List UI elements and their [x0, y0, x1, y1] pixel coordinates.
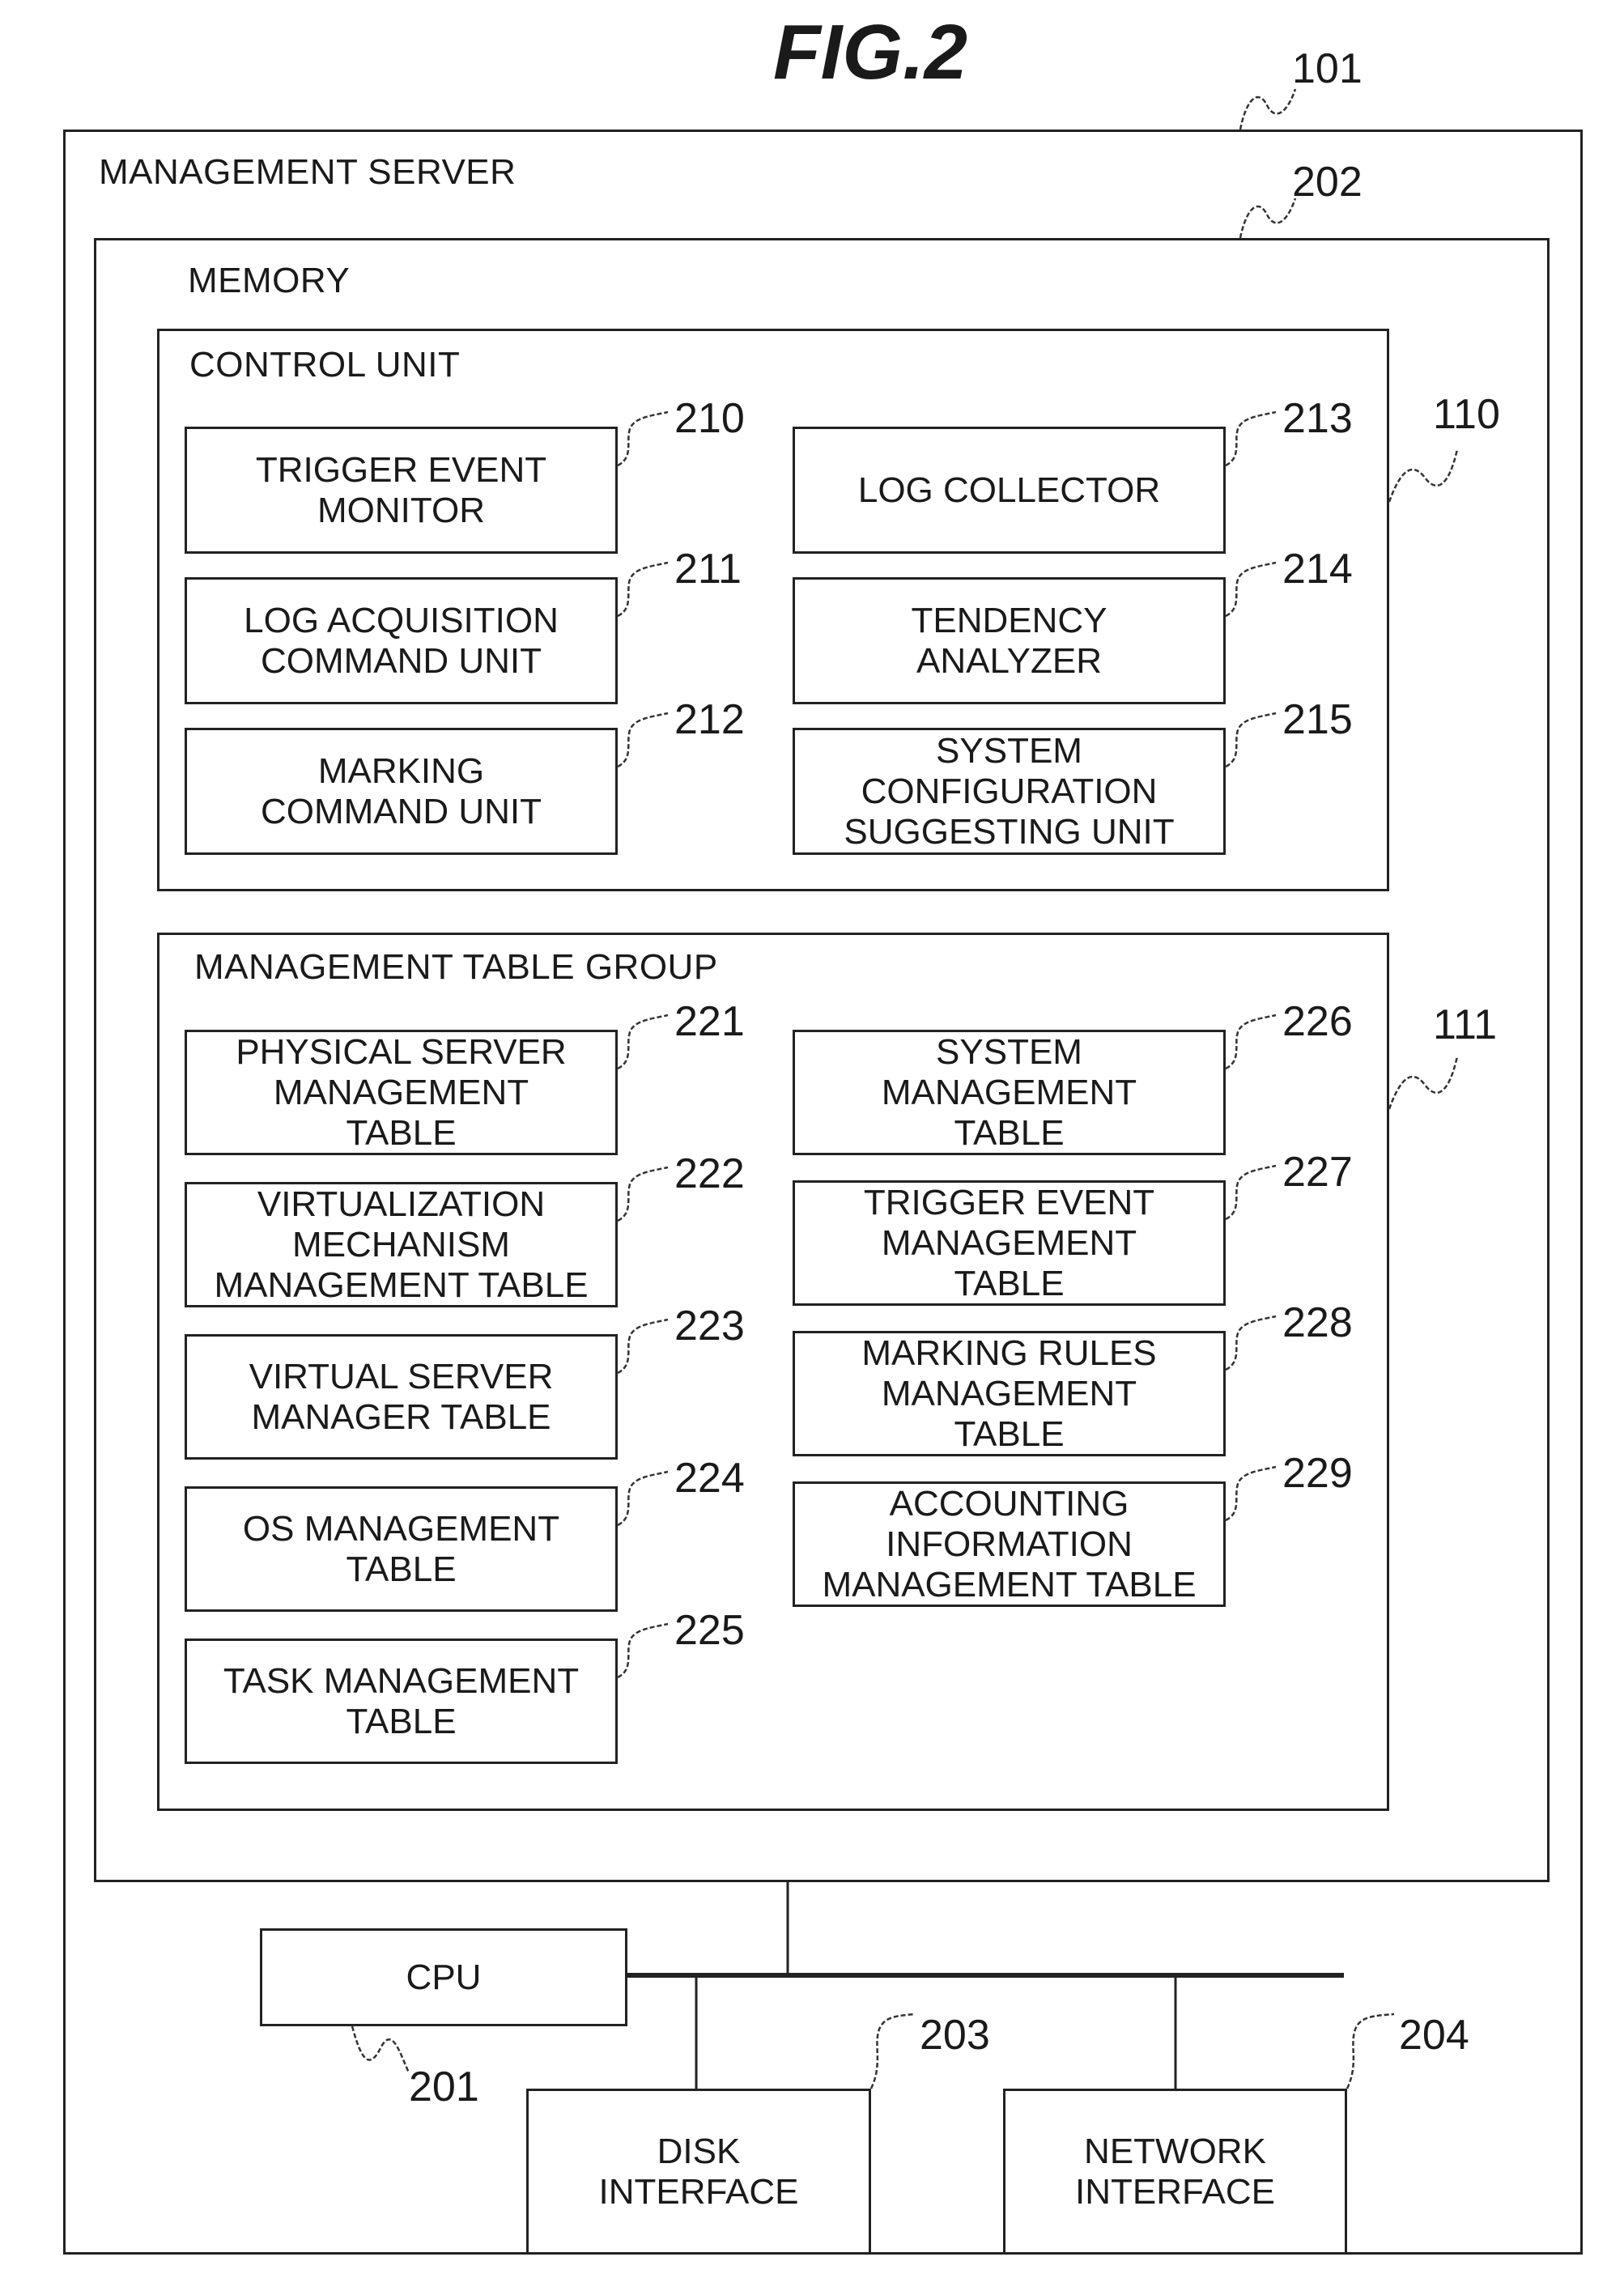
leader-221	[617, 1014, 669, 1070]
leader-213	[1225, 410, 1277, 467]
leader-228	[1225, 1315, 1277, 1371]
leader-225	[617, 1622, 669, 1679]
leader-101	[1239, 88, 1297, 130]
leader-210	[617, 410, 669, 467]
leader-226	[1225, 1014, 1277, 1070]
leader-111	[1388, 1056, 1459, 1110]
leader-222	[617, 1166, 669, 1222]
leader-202	[1239, 198, 1297, 239]
leader-229	[1225, 1465, 1277, 1522]
connector-lines	[351, 88, 1459, 2089]
leader-215	[1225, 712, 1277, 768]
leader-204	[1346, 2013, 1395, 2089]
leader-224	[617, 1470, 669, 1527]
leader-201	[351, 2025, 410, 2073]
leader-212	[617, 712, 669, 768]
leader-203	[869, 2013, 916, 2089]
leader-110	[1388, 448, 1459, 503]
leader-223	[617, 1318, 669, 1375]
leader-211	[617, 561, 669, 618]
leader-214	[1225, 561, 1277, 618]
leader-227	[1225, 1164, 1277, 1221]
